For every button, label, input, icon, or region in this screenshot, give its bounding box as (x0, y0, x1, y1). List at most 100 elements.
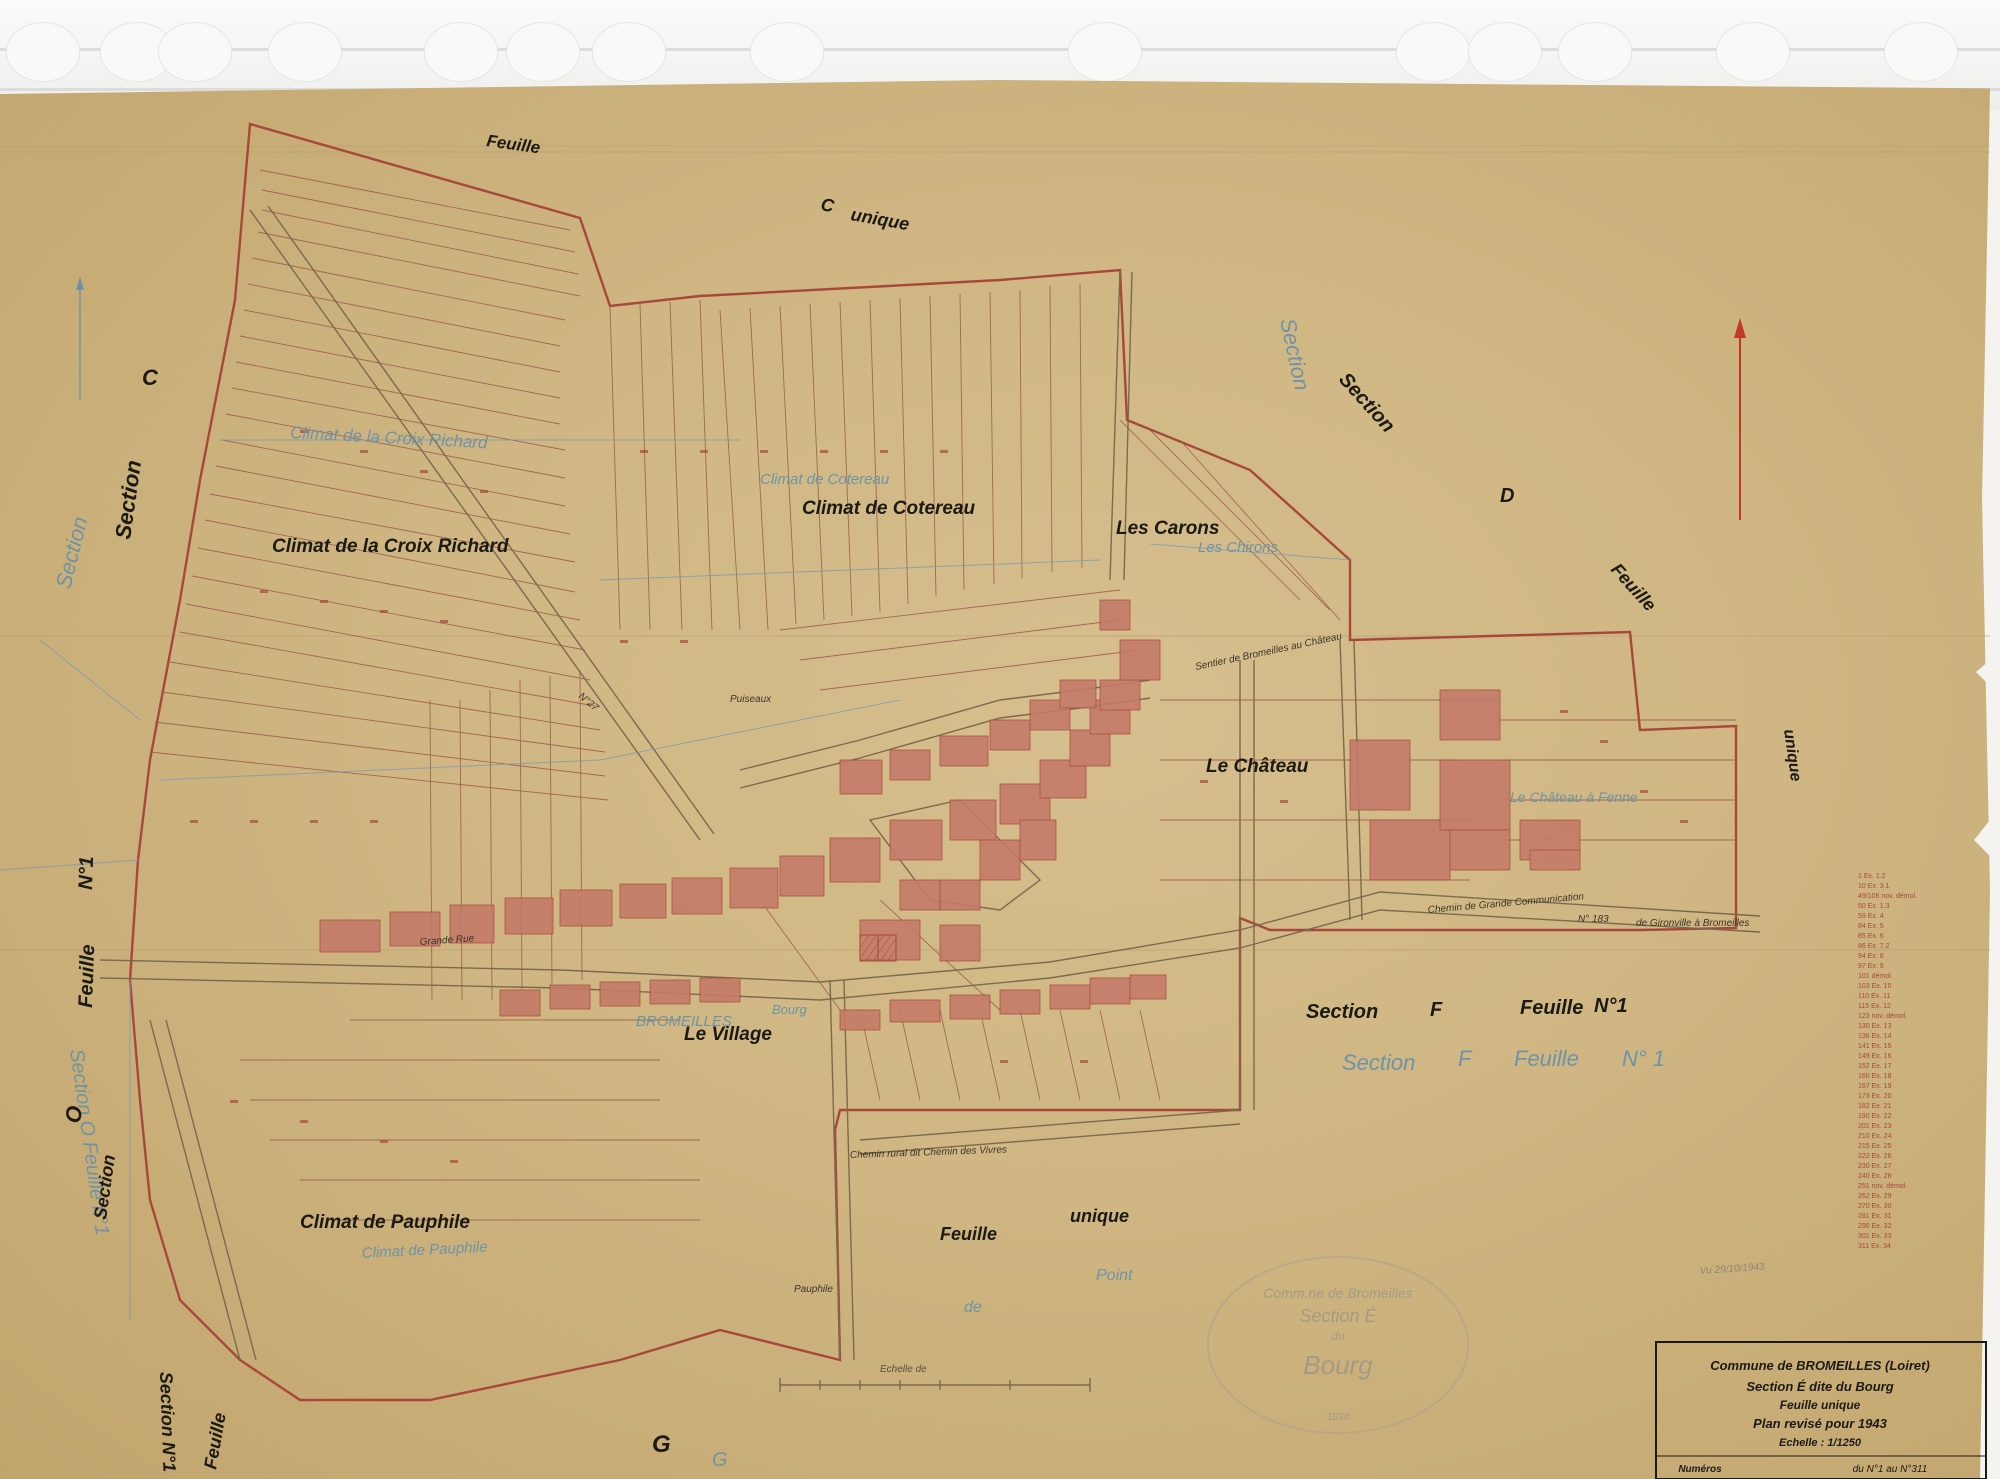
legend-note: 311 Ex. 34 (1858, 1243, 1891, 1250)
place-pauphile-blue: Climat de Pauphile (361, 1238, 488, 1262)
legend-note: 101 démol. (1858, 973, 1893, 980)
stamp: Comm.ne de Bromeilles Section É du Bourg… (1263, 1285, 1412, 1423)
legend-note: 115 Ex. 12 (1858, 1003, 1891, 1010)
cadastral-map: Feuille C unique Section C Section Secti… (0, 122, 1990, 1479)
legend-note: 50 Ex. 1.3 (1858, 903, 1890, 910)
legend-note: 301 Ex. 33 (1858, 1233, 1892, 1240)
svg-text:Echelle : 1/1250: Echelle : 1/1250 (1779, 1437, 1862, 1449)
label-c-unique-unique: unique (849, 204, 911, 234)
label-c-unique-c: C (819, 194, 836, 216)
svg-text:Pauphile: Pauphile (794, 1284, 833, 1295)
svg-text:Sentier de Bromeilles au Châte: Sentier de Bromeilles au Château (1194, 631, 1343, 673)
svg-text:Feuille: Feuille (1520, 997, 1583, 1019)
svg-text:N°27: N°27 (576, 691, 601, 714)
north-arrow-left (76, 276, 84, 400)
label-section-d-letter: D (1500, 485, 1514, 507)
label-section-d-feuille: Feuille (1607, 559, 1660, 615)
svg-text:Numéros: Numéros (1678, 1464, 1722, 1475)
legend-note: 262 Ex. 29 (1858, 1193, 1892, 1200)
label-section-o-no: N°1 (75, 856, 98, 890)
svg-text:Feuille unique: Feuille unique (1780, 1398, 1861, 1412)
section-f-blue: Section F Feuille N° 1 (1342, 1046, 1665, 1075)
svg-text:du: du (1331, 1329, 1345, 1343)
legend-note: 97 Ex. 9 (1858, 963, 1884, 970)
pencil-note: Vu 29/10/1943 (1699, 1261, 1765, 1277)
label-de-bottom: de (964, 1299, 982, 1316)
legend-note: 152 Ex. 17 (1858, 1063, 1892, 1070)
label-section-n-feuille: Feuille (200, 1411, 230, 1471)
svg-text:du N°1 au N°311: du N°1 au N°311 (1853, 1464, 1928, 1475)
legend-note: 149 Ex. 16 (1858, 1053, 1892, 1060)
legend-note: 85 Ex. 6 (1858, 933, 1884, 940)
legend-note: 270 Ex. 30 (1858, 1203, 1892, 1210)
label-feuille-unique-bottom: Feuille (940, 1224, 997, 1244)
svg-text:F: F (1430, 999, 1443, 1021)
legend-note: 49/108 nov. démol. (1858, 893, 1917, 900)
legend-note: 201 Ex. 23 (1858, 1123, 1892, 1130)
legend-note: 251 nov. démol. (1858, 1183, 1907, 1190)
label-section-n-bottom: Section N°1 (156, 1371, 179, 1472)
legend-note: 10 Ex. 3.1 (1858, 883, 1890, 890)
place-croix-richard: Climat de la Croix Richard (272, 536, 509, 557)
label-feuille-unique-bottom-unique: unique (1070, 1206, 1129, 1226)
place-les-carons-blue: Les Chirons (1198, 539, 1279, 556)
label-g-blue: G (712, 1449, 728, 1471)
right-edge-tear (1974, 660, 1990, 856)
svg-text:Plan revisé pour 1943: Plan revisé pour 1943 (1753, 1416, 1887, 1431)
svg-text:N° 183: N° 183 (1578, 914, 1609, 925)
church (859, 934, 897, 962)
svg-text:Comm.ne de Bromeilles: Comm.ne de Bromeilles (1263, 1285, 1412, 1301)
legend-note: 84 Ex. 5 (1858, 923, 1884, 930)
svg-text:Section: Section (1342, 1050, 1415, 1075)
legend-note: 130 Ex. 13 (1858, 1023, 1892, 1030)
place-le-chateau: Le Château (1206, 756, 1309, 777)
legend-note: 210 Ex. 24 (1858, 1133, 1892, 1140)
place-bourg-blue: Bourg (772, 1002, 807, 1017)
legend-notes: 1 Ex. 1.2 10 Ex. 3.1 49/108 nov. démol. 50 … (1858, 873, 1917, 1250)
legend-note: 230 Ex. 27 (1858, 1163, 1892, 1170)
legend-note: 190 Ex. 22 (1858, 1113, 1892, 1120)
label-g: G (652, 1431, 671, 1458)
legend-note: 215 Ex. 25 (1858, 1143, 1892, 1150)
scale-bar-label: Echelle de (880, 1364, 927, 1375)
label-section-c-left-letter: C (142, 365, 159, 390)
place-bromeilles-blue: BROMEILLES (636, 1013, 732, 1030)
svg-text:Bourg: Bourg (1303, 1350, 1373, 1380)
label-section-d-blue: Section (1275, 316, 1315, 393)
legend-note: 173 Ex. 20 (1858, 1093, 1892, 1100)
label-section-o-feuille: Feuille (75, 944, 99, 1008)
legend-note: 141 Ex. 15 (1858, 1043, 1892, 1050)
label-section-c-left: Section (110, 459, 146, 541)
label-section-d: Section (1334, 369, 1399, 437)
legend-note: 222 Ex. 26 (1858, 1153, 1892, 1160)
title-block: Commune de BROMEILLES (Loiret) Section É… (1678, 1358, 1929, 1475)
legend-note: 240 Ex. 28 (1858, 1173, 1892, 1180)
place-pauphile: Climat de Pauphile (300, 1212, 470, 1233)
legend-note: 167 Ex. 19 (1858, 1083, 1892, 1090)
label-section-d-unique: unique (1780, 728, 1804, 782)
svg-text:Section: Section (1306, 1001, 1378, 1023)
svg-text:1834: 1834 (1327, 1412, 1350, 1423)
legend-note: 136 Ex. 14 (1858, 1033, 1892, 1040)
legend-note: 281 Ex. 31 (1858, 1213, 1892, 1220)
svg-text:Feuille: Feuille (1514, 1046, 1579, 1071)
stamp-ellipse (1207, 1256, 1469, 1434)
place-les-carons: Les Carons (1116, 518, 1219, 539)
place-le-chateau-blue: Le Château à Fenne (1510, 789, 1638, 805)
svg-text:Puiseaux: Puiseaux (730, 694, 772, 705)
svg-text:Commune de BROMEILLES (Loiret): Commune de BROMEILLES (Loiret) (1710, 1358, 1930, 1373)
svg-text:Chemin rural dit Chemin des Vi: Chemin rural dit Chemin des Vivres (850, 1145, 1007, 1161)
svg-text:Section É dite du Bourg: Section É dite du Bourg (1746, 1379, 1893, 1394)
svg-text:F: F (1458, 1046, 1473, 1071)
label-point: Point (1096, 1267, 1133, 1284)
label-section-c-blue: Section (51, 514, 93, 591)
place-croix-richard-blue: Climat de la Croix Richard (290, 423, 489, 452)
legend-note: 94 Ex. 8 (1858, 953, 1884, 960)
svg-text:de Gironville à Bromeilles: de Gironville à Bromeilles (1636, 918, 1749, 929)
north-arrow-right (1734, 318, 1746, 520)
legend-note: 86 Ex. 7.2 (1858, 943, 1890, 950)
legend-note: 182 Ex. 21 (1858, 1103, 1892, 1110)
legend-note: 290 Ex. 32 (1858, 1223, 1892, 1230)
roads (99, 205, 1761, 1361)
legend-note: 1 Ex. 1.2 (1858, 873, 1886, 880)
